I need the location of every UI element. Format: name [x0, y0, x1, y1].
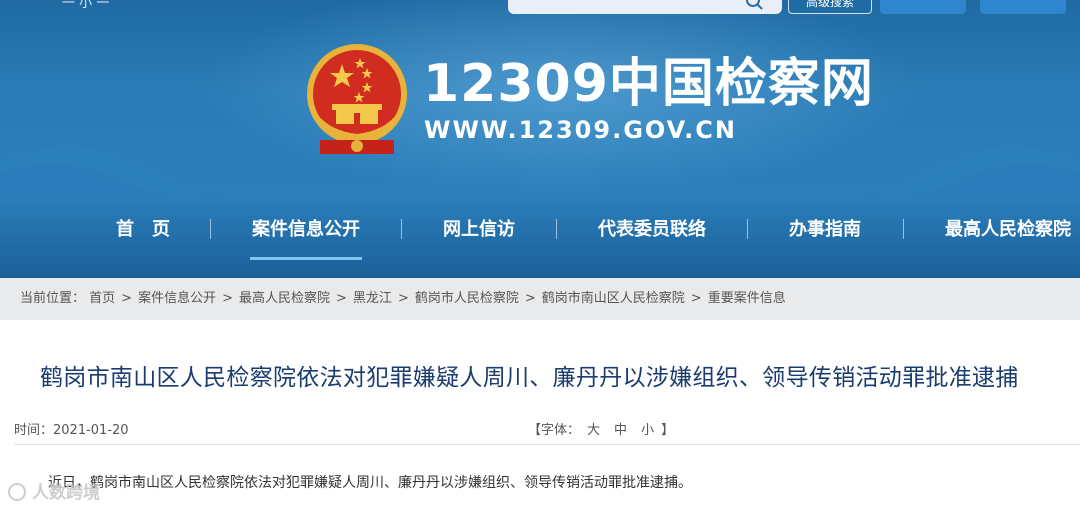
- time-label: 时间：: [14, 423, 54, 438]
- breadcrumb-item[interactable]: 首页: [89, 291, 115, 306]
- breadcrumb-separator: >: [336, 291, 347, 306]
- breadcrumb-item[interactable]: 最高人民检察院: [239, 291, 330, 306]
- breadcrumb: 当前位置： 首页 > 案件信息公开 > 最高人民检察院 > 黑龙江 > 鹤岗市人民检察院 > 鹤岗市…: [0, 278, 1080, 320]
- header-banner: 一 小 一 高级搜索 12309中国检察网 WWW.12309.GOV.CN: [0, 0, 1080, 195]
- breadcrumb-separator: >: [524, 291, 536, 306]
- nav-supreme-procuratorate[interactable]: 最高人民检察院: [941, 215, 1075, 245]
- font-size-suffix: 】: [661, 423, 675, 438]
- watermark: 人数跨境: [8, 478, 100, 503]
- font-size-small-button[interactable]: 小: [634, 423, 661, 438]
- time-value: 2021-01-20: [53, 423, 129, 438]
- nav-home[interactable]: 首 页: [110, 215, 176, 245]
- nav-separator: [210, 219, 211, 239]
- top-button-1[interactable]: [880, 0, 966, 14]
- font-size-switcher: 【字体：大中小】: [528, 419, 674, 438]
- main-nav: 首 页 案件信息公开 网上信访 代表委员联络 办事指南 最高人民检察院: [0, 195, 1080, 278]
- nav-separator: [747, 219, 748, 239]
- breadcrumb-separator: >: [397, 291, 409, 306]
- nav-service-guide[interactable]: 办事指南: [786, 215, 864, 245]
- breadcrumb-item[interactable]: 鹤岗市人民检察院: [415, 291, 519, 306]
- breadcrumb-prefix: 当前位置：: [20, 291, 86, 306]
- meta-divider: [14, 444, 1080, 445]
- nav-case-info[interactable]: 案件信息公开: [250, 215, 362, 260]
- breadcrumb-item[interactable]: 案件信息公开: [138, 291, 216, 306]
- breadcrumb-separator: >: [222, 291, 233, 306]
- nav-separator: [401, 219, 402, 239]
- breadcrumb-item[interactable]: 重要案件信息: [708, 291, 786, 306]
- site-title: 12309中国检察网: [423, 54, 874, 114]
- breadcrumb-item[interactable]: 鹤岗市南山区人民检察院: [542, 291, 685, 306]
- article-title: 鹤岗市南山区人民检察院依法对犯罪嫌疑人周川、廉丹丹以涉嫌组织、领导传销活动罪批准…: [40, 365, 1019, 391]
- watermark-text: 人数跨境: [32, 483, 100, 503]
- nav-deputy-liaison[interactable]: 代表委员联络: [595, 215, 709, 245]
- font-size-large-button[interactable]: 大: [580, 423, 607, 438]
- banner-wave-decoration: [0, 146, 1080, 195]
- top-button-2[interactable]: [980, 0, 1066, 14]
- breadcrumb-separator: >: [121, 291, 133, 306]
- watermark-icon: [8, 483, 26, 501]
- font-size-medium-button[interactable]: 中: [607, 423, 634, 438]
- font-size-prefix: 【字体：: [528, 423, 581, 438]
- article-body: 近日，鹤岗市南山区人民检察院依法对犯罪嫌疑人周川、廉丹丹以涉嫌组织、领导传销活动…: [48, 475, 692, 491]
- top-left-text: 一 小 一: [62, 0, 110, 11]
- advanced-search-button[interactable]: 高级搜索: [788, 0, 872, 14]
- search-icon[interactable]: [744, 0, 766, 10]
- article-time: 时间：2021-01-20: [14, 419, 129, 438]
- nav-separator: [556, 219, 557, 239]
- breadcrumb-separator: >: [690, 291, 702, 306]
- search-input[interactable]: [508, 0, 782, 14]
- nav-separator: [903, 219, 904, 239]
- breadcrumb-item[interactable]: 黑龙江: [353, 291, 392, 306]
- nav-online-petition[interactable]: 网上信访: [440, 215, 518, 245]
